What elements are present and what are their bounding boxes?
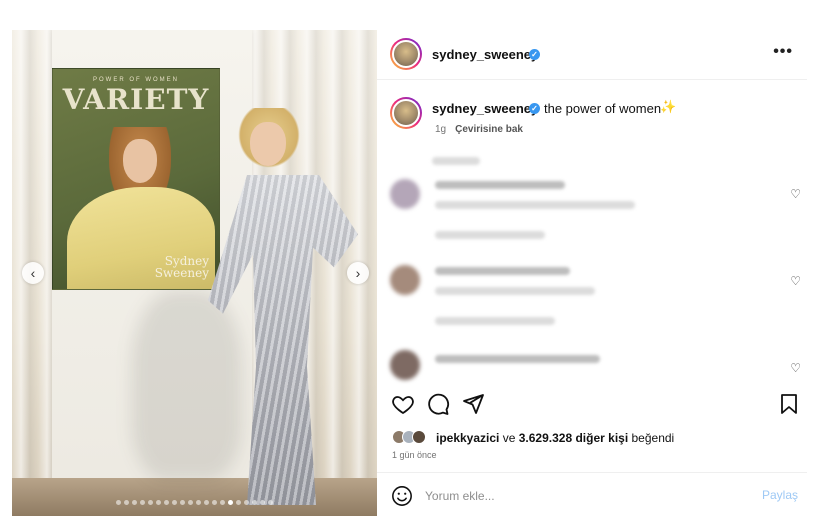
comment-avatar: [390, 179, 420, 209]
post-timestamp: 1 gün önce: [392, 450, 437, 460]
blurred-text: [435, 355, 600, 363]
avatar[interactable]: [390, 38, 422, 70]
cover-name: Sydney Sweeney: [155, 255, 209, 279]
carousel-dot: [132, 500, 137, 505]
liker-username[interactable]: ipekkyazici: [436, 431, 499, 445]
carousel-dot: [236, 500, 241, 505]
caption-text: the power of women: [544, 101, 662, 116]
verified-badge-icon: ✓: [529, 103, 540, 114]
more-options-button[interactable]: •••: [773, 43, 793, 61]
verified-badge-icon: ✓: [529, 49, 540, 60]
carousel-dot: [172, 500, 177, 505]
shadow: [132, 290, 242, 480]
comment-avatar: [390, 350, 420, 380]
avatar-image: [392, 40, 420, 68]
blurred-text: [435, 231, 545, 239]
carousel-next-button[interactable]: ›: [347, 262, 369, 284]
carousel-dot: [268, 500, 273, 505]
header-username[interactable]: sydney_sweeney: [432, 47, 538, 62]
carousel-dot: [124, 500, 129, 505]
carousel-dot: [220, 500, 225, 505]
carousel-dot: [228, 500, 233, 505]
comment-like-icon[interactable]: ♡: [790, 361, 801, 375]
likes-count[interactable]: 3.629.328 diğer kişi: [519, 431, 628, 445]
post-header: sydney_sweeney ✓ •••: [377, 30, 807, 80]
bookmark-icon[interactable]: [777, 392, 801, 416]
carousel-dot: [140, 500, 145, 505]
person-face: [250, 122, 286, 166]
send-icon[interactable]: [461, 392, 485, 416]
post-actions: [377, 388, 807, 418]
avatar-image: [392, 99, 420, 127]
post-caption: sydney_sweeney ✓ the power of women ✨ 1g…: [377, 80, 807, 140]
blurred-text: [435, 317, 555, 325]
comments-list: ♡ ♡ ♡: [377, 145, 807, 383]
carousel-dot: [204, 500, 209, 505]
blurred-text: [435, 201, 635, 209]
post-comment-button[interactable]: Paylaş: [762, 488, 798, 502]
carousel-dot: [188, 500, 193, 505]
post-media[interactable]: POWER OF WOMEN VARIETY Sydney Sweeney ‹ …: [12, 30, 377, 516]
comment-like-icon[interactable]: ♡: [790, 274, 801, 288]
liker-avatar: [412, 430, 426, 444]
caption-meta: 1g Çevirisine bak: [435, 124, 523, 135]
carousel-dot: [212, 500, 217, 505]
floor: [12, 478, 377, 516]
likes-suffix: beğendi: [631, 431, 675, 445]
caption-username[interactable]: sydney_sweeney: [432, 101, 538, 116]
heart-icon[interactable]: [391, 392, 415, 416]
blurred-text: [435, 267, 570, 275]
blurred-text: [435, 287, 595, 295]
carousel-dot: [148, 500, 153, 505]
comment-input[interactable]: [425, 485, 745, 507]
carousel-indicator: [12, 500, 377, 505]
add-comment-bar: Paylaş: [377, 472, 807, 516]
caption-age: 1g: [435, 124, 447, 135]
carousel-dot: [252, 500, 257, 505]
comment-like-icon[interactable]: ♡: [790, 187, 801, 201]
post-details-panel: sydney_sweeney ✓ ••• sydney_sweeney ✓ th…: [377, 30, 807, 516]
chevron-right-icon: ›: [355, 265, 361, 281]
see-translation-link[interactable]: Çevirisine bak: [455, 124, 523, 135]
comment-icon[interactable]: [426, 392, 450, 416]
blurred-text: [435, 181, 565, 189]
likes-text: ipekkyazici ve 3.629.328 diğer kişi beğe…: [436, 431, 674, 445]
likes-connector: ve: [502, 431, 516, 445]
carousel-dot: [164, 500, 169, 505]
carousel-prev-button[interactable]: ‹: [22, 262, 44, 284]
cover-masthead: VARIETY: [62, 83, 210, 116]
magazine-cover-poster: POWER OF WOMEN VARIETY Sydney Sweeney: [52, 68, 220, 290]
sparkles-emoji: ✨: [660, 99, 677, 114]
carousel-dot: [116, 500, 121, 505]
caption-avatar[interactable]: [390, 97, 422, 129]
carousel-dot: [260, 500, 265, 505]
comment-avatar: [390, 265, 420, 295]
carousel-dot: [180, 500, 185, 505]
emoji-icon[interactable]: [391, 485, 413, 507]
carousel-dot: [244, 500, 249, 505]
chevron-left-icon: ‹: [30, 265, 36, 281]
blurred-text: [432, 157, 480, 165]
cover-figure-face: [123, 139, 157, 183]
carousel-dot: [156, 500, 161, 505]
cover-name-line2: Sweeney: [154, 266, 209, 280]
carousel-dot: [196, 500, 201, 505]
